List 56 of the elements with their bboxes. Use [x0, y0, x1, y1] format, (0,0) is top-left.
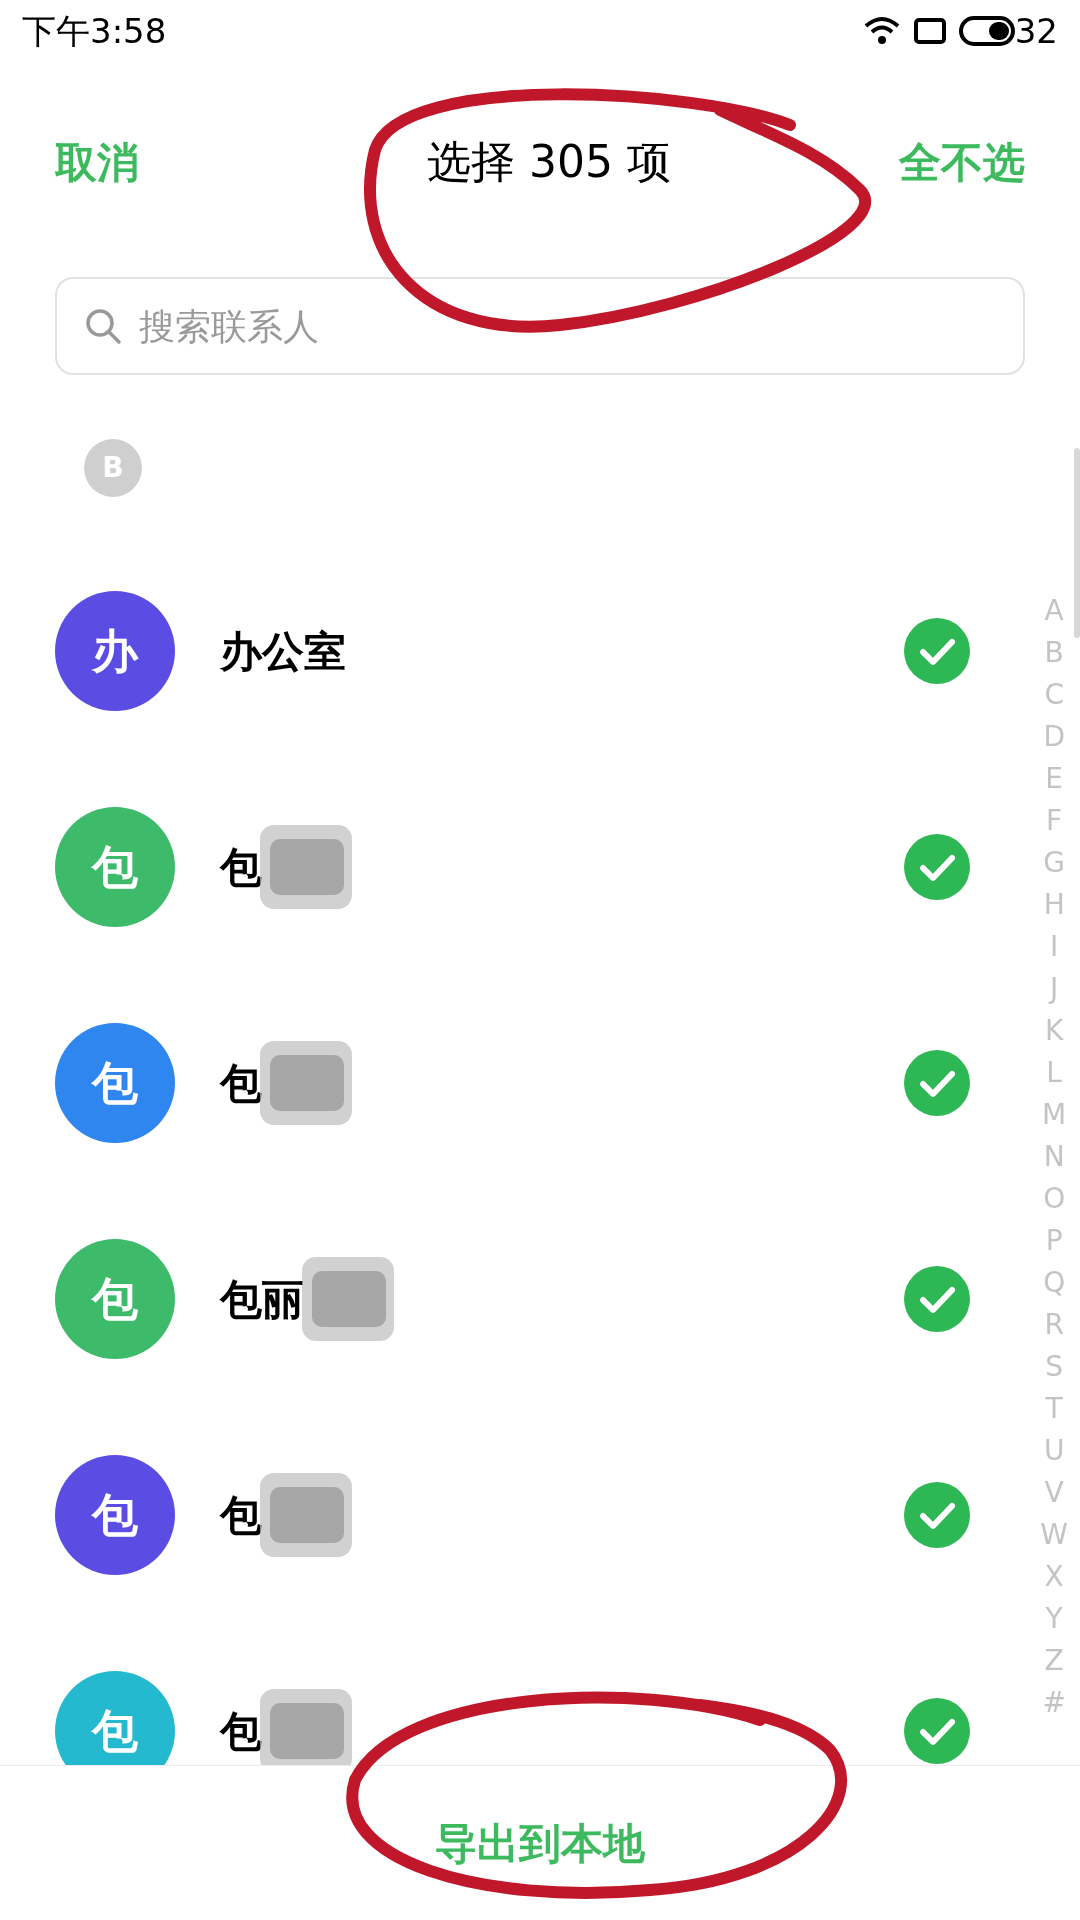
index-letter[interactable]: G: [1043, 842, 1065, 884]
search-field[interactable]: 搜索联系人: [55, 277, 1025, 375]
deselect-all-button[interactable]: 全不选: [899, 130, 1025, 194]
index-letter[interactable]: C: [1044, 674, 1064, 716]
index-letter[interactable]: F: [1046, 800, 1063, 842]
contact-name: 包丽: [220, 1273, 304, 1326]
index-letter[interactable]: O: [1043, 1178, 1066, 1220]
export-button[interactable]: 导出到本地: [435, 1811, 645, 1875]
contact-name: 包: [220, 841, 262, 894]
search-icon: [83, 306, 123, 346]
contact-avatar: 包: [55, 1023, 175, 1143]
index-letter[interactable]: Y: [1045, 1598, 1063, 1640]
battery-icon: [958, 16, 1015, 46]
contact-avatar: 包: [55, 1239, 175, 1359]
index-letter[interactable]: H: [1043, 884, 1065, 926]
index-letter[interactable]: E: [1045, 758, 1063, 800]
index-letter[interactable]: U: [1043, 1430, 1065, 1472]
check-circle-icon[interactable]: [904, 1266, 970, 1332]
contact-avatar: 包: [55, 1455, 175, 1575]
cancel-button[interactable]: 取消: [55, 130, 139, 194]
index-letter[interactable]: S: [1045, 1346, 1064, 1388]
check-circle-icon[interactable]: [904, 618, 970, 684]
check-circle-icon[interactable]: [904, 834, 970, 900]
check-circle-icon[interactable]: [904, 1698, 970, 1764]
check-circle-icon[interactable]: [904, 1050, 970, 1116]
screen-icon: [912, 17, 947, 45]
contact-avatar: 包: [55, 807, 175, 927]
contact-avatar: 办: [55, 591, 175, 711]
index-letter[interactable]: N: [1043, 1136, 1065, 1178]
status-time: 下午3:58: [22, 9, 167, 53]
contact-avatar: 包: [55, 1671, 175, 1765]
wifi-icon: [862, 15, 901, 47]
index-letter[interactable]: B: [1044, 632, 1064, 674]
battery-level: 32: [1014, 9, 1058, 53]
index-letter[interactable]: #: [1042, 1682, 1066, 1724]
contact-name: 办公室: [220, 625, 346, 678]
index-letter[interactable]: R: [1044, 1304, 1064, 1346]
check-circle-icon[interactable]: [904, 1482, 970, 1548]
page-title: 选择 305 项: [427, 135, 671, 189]
index-letter[interactable]: J: [1050, 968, 1059, 1010]
index-letter[interactable]: X: [1044, 1556, 1064, 1598]
contact-name: 包: [220, 1057, 262, 1110]
index-letter[interactable]: Z: [1044, 1640, 1064, 1682]
index-letter[interactable]: Q: [1043, 1262, 1066, 1304]
index-letter[interactable]: I: [1050, 926, 1059, 968]
index-letter[interactable]: V: [1044, 1472, 1064, 1514]
index-letter[interactable]: W: [1040, 1514, 1068, 1556]
contact-name: 包: [220, 1705, 262, 1758]
index-letter[interactable]: T: [1045, 1388, 1063, 1430]
index-letter[interactable]: P: [1045, 1220, 1063, 1262]
contact-name: 包: [220, 1489, 262, 1542]
index-letter[interactable]: D: [1043, 716, 1065, 758]
index-letter[interactable]: A: [1044, 590, 1064, 632]
index-letter[interactable]: M: [1042, 1094, 1067, 1136]
index-letter[interactable]: K: [1044, 1010, 1064, 1052]
index-letter[interactable]: L: [1046, 1052, 1062, 1094]
